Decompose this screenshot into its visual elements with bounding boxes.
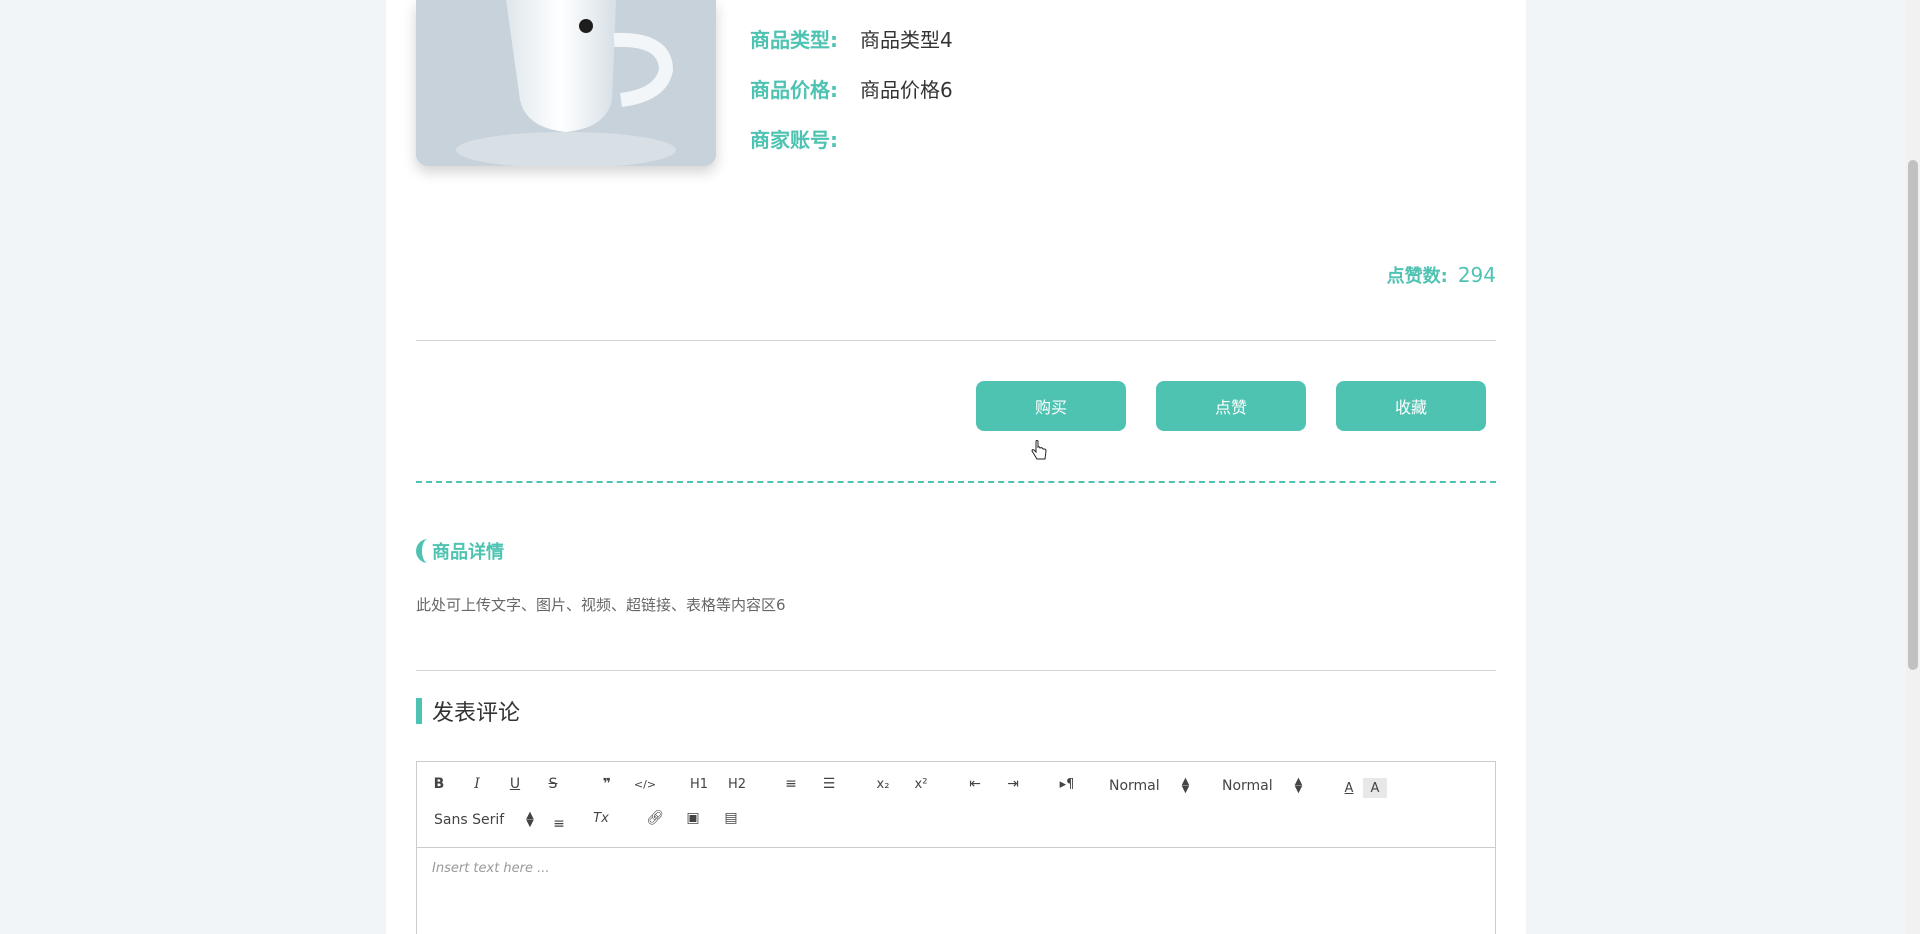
scrollbar-thumb[interactable] — [1908, 160, 1918, 670]
subscript-icon[interactable]: x₂ — [871, 774, 895, 794]
video-icon[interactable]: ▤ — [719, 808, 743, 828]
like-count-label: 点赞数: — [1386, 266, 1448, 287]
favorite-button[interactable]: 收藏 — [1336, 381, 1486, 431]
link-icon[interactable]: 🔗︎ — [643, 808, 667, 828]
product-detail-heading: 商品详情 — [416, 538, 504, 564]
comment-input-placeholder[interactable]: Insert text here ... — [432, 861, 550, 876]
header-picker[interactable]: Normal ▲ ▼ — [1222, 776, 1303, 795]
clear-format-icon[interactable]: Tx — [589, 808, 613, 828]
size-picker[interactable]: Normal ▲ ▼ — [1109, 776, 1190, 795]
font-picker-label: Sans Serif — [434, 812, 505, 828]
header-picker-label: Normal — [1222, 778, 1273, 794]
comment-heading: 发表评论 — [416, 695, 520, 727]
superscript-icon[interactable]: x² — [909, 774, 933, 794]
background-color-icon[interactable]: A — [1363, 778, 1387, 798]
product-price-value: 商品价格6 — [860, 78, 953, 102]
updown-arrow-icon: ▲ ▼ — [526, 810, 534, 829]
strike-icon[interactable]: S — [541, 774, 565, 794]
product-type-value: 商品类型4 — [860, 28, 953, 52]
italic-icon[interactable]: I — [465, 774, 489, 794]
scrollbar[interactable] — [1906, 0, 1920, 934]
editor-toolbar: B I U S ❞ </> H1 H2 ≡ ☰ x₂ x² ⇤ ⇥ ▸¶ Nor… — [417, 762, 1495, 848]
comment-editor: B I U S ❞ </> H1 H2 ≡ ☰ x₂ x² ⇤ ⇥ ▸¶ Nor… — [416, 761, 1496, 934]
blockquote-icon[interactable]: ❞ — [595, 774, 619, 794]
product-detail-title: 商品详情 — [432, 542, 504, 563]
heading-bar — [416, 698, 422, 724]
merchant-account-label: 商家账号: — [750, 128, 838, 152]
image-icon[interactable]: ▣ — [681, 808, 705, 828]
crescent-mark-icon — [416, 539, 428, 563]
ordered-list-icon[interactable]: ≡ — [779, 774, 803, 794]
text-direction-icon[interactable]: ▸¶ — [1055, 774, 1079, 794]
dashed-divider — [416, 481, 1496, 483]
font-picker[interactable]: Sans Serif ▲ ▼ — [434, 810, 534, 829]
bullet-list-icon[interactable]: ☰ — [817, 774, 841, 794]
comment-title: 发表评论 — [432, 701, 521, 726]
header1-icon[interactable]: H1 — [687, 774, 711, 794]
product-image — [416, 0, 716, 166]
divider — [416, 340, 1496, 341]
header2-icon[interactable]: H2 — [725, 774, 749, 794]
updown-arrow-icon: ▲ ▼ — [1181, 776, 1190, 795]
like-button[interactable]: 点赞 — [1156, 381, 1306, 431]
bold-icon[interactable]: B — [427, 774, 451, 794]
hand-cursor-icon — [1030, 440, 1048, 466]
font-color-icon[interactable]: A — [1337, 778, 1361, 798]
like-count-value: 294 — [1457, 263, 1496, 287]
merchant-account-row: 商家账号: — [750, 124, 860, 153]
outdent-icon[interactable]: ⇤ — [963, 774, 987, 794]
size-picker-label: Normal — [1109, 778, 1160, 794]
like-count: 点赞数: 294 — [1387, 262, 1496, 288]
product-detail-page: 商品类型: 商品类型4 商品价格: 商品价格6 商家账号: 点赞数: 294 购… — [386, 0, 1526, 934]
product-price-row: 商品价格: 商品价格6 — [750, 74, 953, 103]
code-icon[interactable]: </> — [633, 774, 657, 794]
buy-button[interactable]: 购买 — [976, 381, 1126, 431]
product-detail-content: 此处可上传文字、图片、视频、超链接、表格等内容区6 — [416, 596, 786, 614]
product-price-label: 商品价格: — [750, 78, 838, 102]
divider — [416, 670, 1496, 671]
align-icon[interactable]: ≡ — [547, 814, 571, 834]
product-type-label: 商品类型: — [750, 28, 838, 52]
underline-icon[interactable]: U — [503, 774, 527, 794]
product-type-row: 商品类型: 商品类型4 — [750, 24, 953, 53]
indent-icon[interactable]: ⇥ — [1001, 774, 1025, 794]
updown-arrow-icon: ▲ ▼ — [1294, 776, 1303, 795]
